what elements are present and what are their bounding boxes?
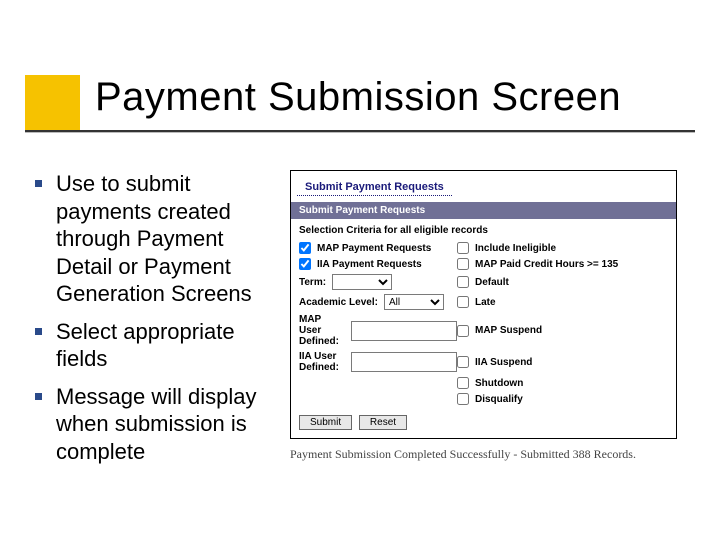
default-label: Default — [475, 277, 668, 288]
map-suspend-checkbox[interactable] — [457, 325, 469, 337]
map-paid-credit-checkbox[interactable] — [457, 258, 469, 270]
map-user-defined-label: MAP User Defined: — [299, 314, 345, 347]
bullet-list: Use to submit payments created through P… — [35, 170, 280, 520]
panel-heading: Submit Payment Requests — [297, 175, 452, 196]
title-rule — [25, 130, 695, 132]
default-checkbox[interactable] — [457, 276, 469, 288]
reset-button[interactable]: Reset — [359, 415, 407, 430]
bullet-text: Message will display when submission is … — [56, 383, 280, 466]
iia-user-defined-input[interactable] — [351, 352, 457, 372]
disqualify-checkbox[interactable] — [457, 393, 469, 405]
slide-title: Payment Submission Screen — [95, 75, 621, 120]
late-label: Late — [475, 297, 668, 308]
form-panel: Submit Payment Requests Submit Payment R… — [290, 170, 677, 439]
include-ineligible-label: Include Ineligible — [475, 243, 668, 254]
disqualify-label: Disqualify — [475, 394, 668, 405]
map-payment-requests-checkbox[interactable] — [299, 242, 311, 254]
term-select[interactable] — [332, 274, 392, 290]
academic-level-select[interactable]: All — [384, 294, 444, 310]
bullet-icon — [35, 180, 42, 187]
iia-payment-requests-label: IIA Payment Requests — [317, 259, 457, 270]
panel-bar: Submit Payment Requests — [291, 202, 676, 219]
accent-square — [25, 75, 80, 130]
academic-level-label: Academic Level: — [299, 297, 378, 308]
shutdown-checkbox[interactable] — [457, 377, 469, 389]
bullet-item: Message will display when submission is … — [35, 383, 280, 466]
term-label: Term: — [299, 277, 326, 288]
map-suspend-label: MAP Suspend — [475, 325, 668, 336]
panel-subheading: Selection Criteria for all eligible reco… — [291, 219, 676, 240]
shutdown-label: Shutdown — [475, 378, 668, 389]
screenshot-panel-wrap: Submit Payment Requests Submit Payment R… — [290, 170, 695, 520]
slide-body: Use to submit payments created through P… — [35, 170, 695, 520]
bullet-icon — [35, 393, 42, 400]
criteria-grid: MAP Payment Requests Include Ineligible … — [291, 240, 676, 411]
map-payment-requests-label: MAP Payment Requests — [317, 243, 457, 254]
bullet-item: Select appropriate fields — [35, 318, 280, 373]
iia-payment-requests-checkbox[interactable] — [299, 258, 311, 270]
iia-suspend-checkbox[interactable] — [457, 356, 469, 368]
bullet-text: Use to submit payments created through P… — [56, 170, 280, 308]
bullet-item: Use to submit payments created through P… — [35, 170, 280, 308]
submit-button[interactable]: Submit — [299, 415, 352, 430]
completion-message: Payment Submission Completed Successfull… — [290, 447, 695, 462]
map-user-defined-input[interactable] — [351, 321, 457, 341]
include-ineligible-checkbox[interactable] — [457, 242, 469, 254]
iia-user-defined-label: IIA User Defined: — [299, 351, 345, 373]
button-row: Submit Reset — [291, 411, 676, 438]
bullet-icon — [35, 328, 42, 335]
bullet-text: Select appropriate fields — [56, 318, 280, 373]
iia-suspend-label: IIA Suspend — [475, 357, 668, 368]
map-paid-credit-label: MAP Paid Credit Hours >= 135 — [475, 259, 668, 270]
late-checkbox[interactable] — [457, 296, 469, 308]
